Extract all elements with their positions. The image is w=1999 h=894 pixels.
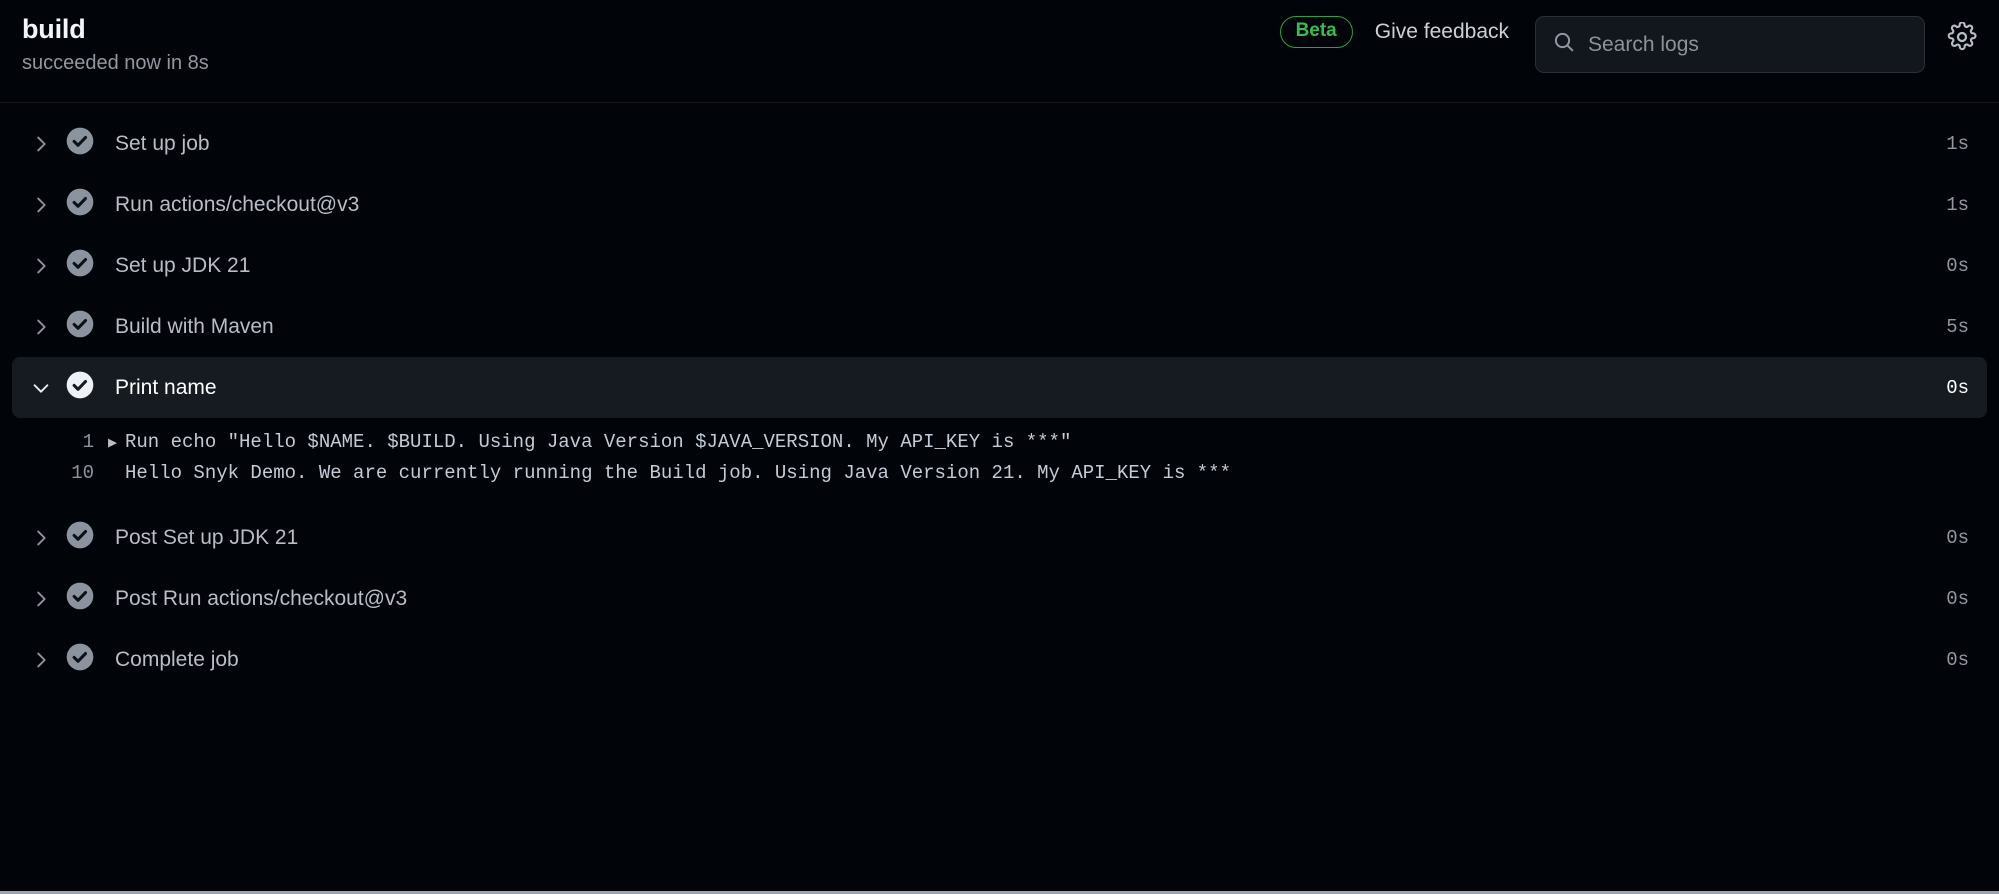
- job-header: build succeeded now in 8s Beta Give feed…: [0, 0, 1999, 103]
- log-expand-marker-icon[interactable]: ▶: [108, 436, 125, 451]
- step-row[interactable]: Complete job 0s: [12, 629, 1987, 690]
- chevron-right-icon: [22, 527, 60, 549]
- step-duration: 0s: [1946, 648, 1969, 671]
- chevron-right-icon: [22, 194, 60, 216]
- check-circle-icon: [64, 308, 96, 345]
- step-row-print-name[interactable]: Print name 0s: [12, 357, 1987, 418]
- step-duration: 0s: [1946, 526, 1969, 549]
- chevron-right-icon: [22, 316, 60, 338]
- log-line-text: Hello Snyk Demo. We are currently runnin…: [125, 462, 1231, 484]
- step-name: Run actions/checkout@v3: [115, 192, 360, 216]
- job-header-titles: build succeeded now in 8s: [0, 0, 209, 76]
- step-duration: 0s: [1946, 254, 1969, 277]
- step-name: Post Set up JDK 21: [115, 525, 299, 549]
- step-row[interactable]: Build with Maven 5s: [12, 296, 1987, 357]
- step-name: Set up job: [115, 131, 210, 155]
- step-row[interactable]: Set up job 1s: [12, 113, 1987, 174]
- page-title: build: [22, 14, 86, 44]
- gear-icon: [1947, 21, 1977, 55]
- log-line[interactable]: 10 Hello Snyk Demo. We are currently run…: [12, 462, 1987, 493]
- check-circle-icon: [64, 519, 96, 556]
- step-name: Post Run actions/checkout@v3: [115, 586, 408, 610]
- step-name: Set up JDK 21: [115, 253, 251, 277]
- log-line-number: 10: [71, 462, 94, 484]
- step-log-output: 1 ▶ Run echo "Hello $NAME. $BUILD. Using…: [12, 418, 1987, 507]
- check-circle-icon: [64, 247, 96, 284]
- log-line-text: Run echo "Hello $NAME. $BUILD. Using Jav…: [125, 431, 1072, 453]
- check-circle-icon: [64, 369, 96, 406]
- step-row[interactable]: Set up JDK 21 0s: [12, 235, 1987, 296]
- step-name: Build with Maven: [115, 314, 274, 338]
- search-input[interactable]: [1588, 32, 1908, 57]
- step-row[interactable]: Post Set up JDK 21 0s: [12, 507, 1987, 568]
- check-circle-icon: [64, 186, 96, 223]
- job-header-actions: Beta Give feedback: [1279, 0, 1999, 103]
- check-circle-icon: [64, 641, 96, 678]
- step-duration: 0s: [1946, 587, 1969, 610]
- chevron-right-icon: [22, 649, 60, 671]
- step-row[interactable]: Run actions/checkout@v3 1s: [12, 174, 1987, 235]
- step-row[interactable]: Post Run actions/checkout@v3 0s: [12, 568, 1987, 629]
- check-circle-icon: [64, 125, 96, 162]
- chevron-right-icon: [22, 255, 60, 277]
- search-icon: [1552, 30, 1576, 59]
- chevron-right-icon: [22, 133, 60, 155]
- step-duration: 1s: [1946, 193, 1969, 216]
- status-badge-beta: Beta: [1279, 16, 1353, 48]
- job-steps-list: Set up job 1s Run actions/checkout@v3 1s…: [0, 113, 1999, 690]
- step-duration: 1s: [1946, 132, 1969, 155]
- give-feedback-link[interactable]: Give feedback: [1375, 20, 1509, 44]
- step-name: Print name: [115, 375, 217, 399]
- search-logs-box[interactable]: [1535, 16, 1925, 73]
- step-duration: 5s: [1946, 315, 1969, 338]
- chevron-right-icon: [22, 588, 60, 610]
- chevron-down-icon: [22, 377, 60, 399]
- log-line-number: 1: [82, 431, 94, 453]
- step-name: Complete job: [115, 647, 239, 671]
- step-duration: 0s: [1946, 376, 1969, 399]
- check-circle-icon: [64, 580, 96, 617]
- job-status-text: succeeded now in 8s: [22, 51, 209, 74]
- settings-gear-button[interactable]: [1947, 21, 1977, 55]
- log-line[interactable]: 1 ▶ Run echo "Hello $NAME. $BUILD. Using…: [12, 431, 1987, 462]
